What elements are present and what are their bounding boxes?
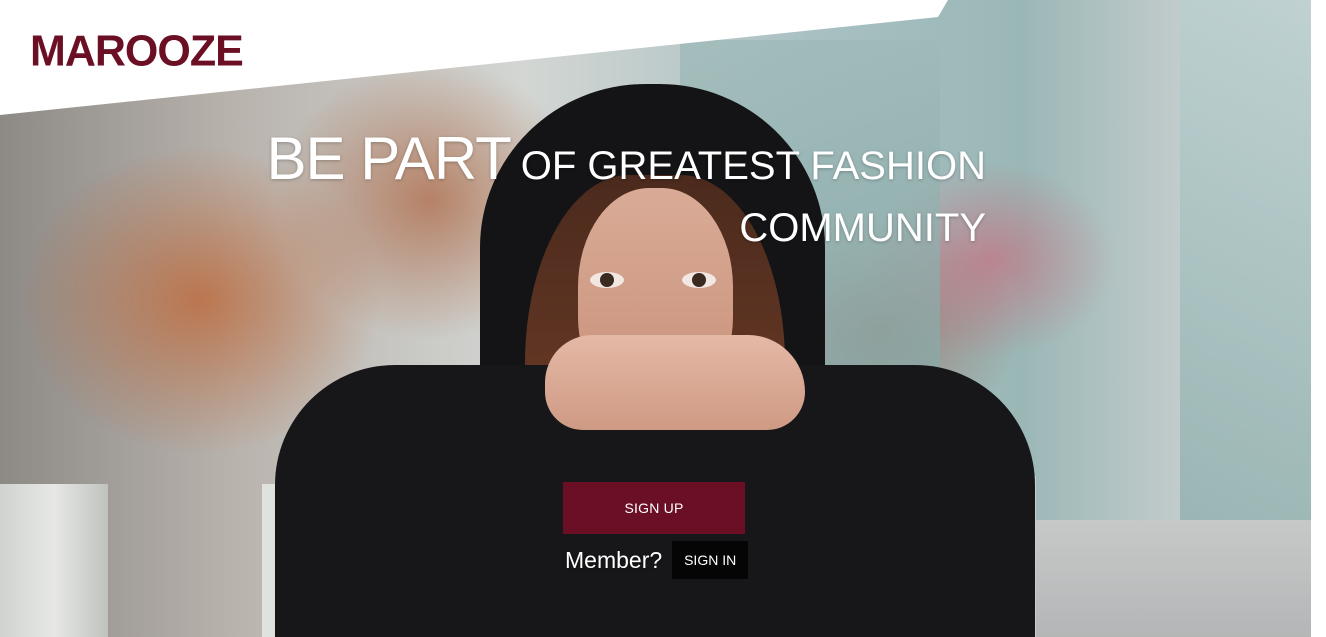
hero-headline: BE PART OF GREATEST FASHION COMMUNITY	[267, 128, 986, 251]
planter	[0, 484, 108, 637]
member-signin-row: Member? SIGN IN	[565, 540, 749, 580]
model-eye	[682, 272, 716, 288]
headline-rest: OF GREATEST FASHION	[520, 144, 986, 188]
headline-emphasis: BE PART	[266, 125, 512, 192]
headline-line-2: COMMUNITY	[739, 206, 986, 250]
headline-line-1: BE PART OF GREATEST FASHION	[267, 128, 986, 206]
brand-logo[interactable]: MAROOZE	[30, 27, 244, 77]
sign-up-button[interactable]: SIGN UP	[563, 482, 745, 534]
background-street	[1036, 520, 1311, 637]
page-edge	[1311, 0, 1326, 637]
model-eye	[590, 272, 624, 288]
model-hands	[545, 335, 805, 430]
sign-in-button[interactable]: SIGN IN	[672, 541, 749, 579]
background-building	[1180, 0, 1311, 520]
member-prompt: Member?	[565, 546, 663, 573]
